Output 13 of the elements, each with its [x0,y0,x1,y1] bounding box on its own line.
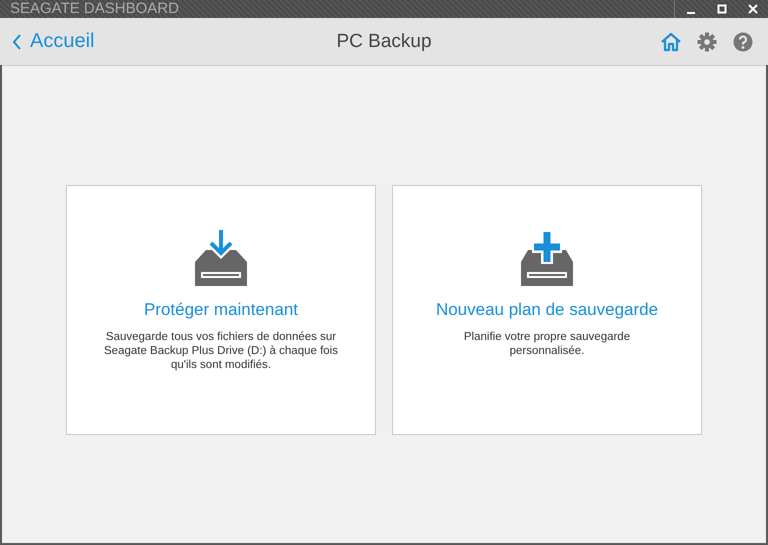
backup-option-card[interactable]: Nouveau plan de sauvegarde Planifie votre propre sauvegarde personnalisée. [392,184,702,434]
minimize-icon [686,12,694,14]
page-title: PC Backup [336,30,432,52]
maximize-icon [716,4,726,14]
close-icon [748,4,758,14]
window-title: SEAGATE DASHBOARD [9,0,179,18]
settings-icon[interactable] [697,32,717,52]
download-tray-icon [194,230,248,286]
add-tray-icon [520,230,574,286]
chevron-left-icon [12,32,22,50]
backup-option-card[interactable]: Protéger maintenant Sauvegarde tous vos fichiers de données sur Seagate Backup Plus Drive (D:) à chaque fois qu'ils sont modifiés. [66,184,376,434]
home-icon[interactable] [661,32,681,52]
help-icon[interactable] [733,32,753,52]
